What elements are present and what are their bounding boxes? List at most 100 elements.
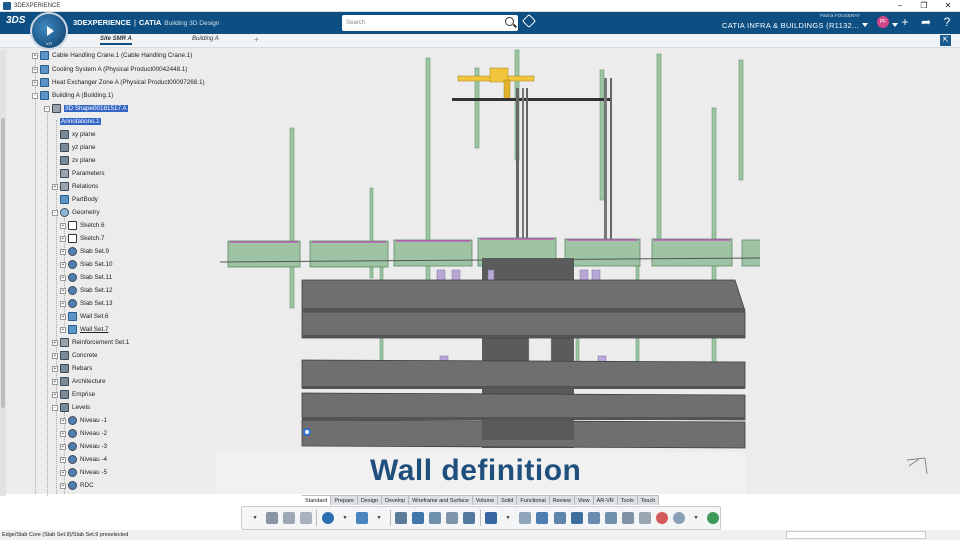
expand-toggle[interactable]: + (32, 66, 38, 73)
profile-icon[interactable] (553, 510, 566, 526)
tree-item-architecture[interactable]: + Architecture (52, 376, 106, 387)
tree-item-parameters[interactable]: Parameters (60, 168, 105, 179)
tab-prepare[interactable]: Prepare (331, 496, 358, 505)
material-icon[interactable] (656, 510, 669, 526)
wall-tool-icon[interactable] (485, 510, 498, 526)
tree-item-annotations[interactable]: Annotations.1 (60, 116, 101, 127)
expand-toggle[interactable]: + (60, 443, 66, 450)
tree-item-relations[interactable]: + Relations (52, 181, 98, 192)
tree-item-wall-set-6[interactable]: + Wall Set.6 (60, 311, 108, 322)
tree-item-rdc[interactable]: + RDC (60, 480, 94, 491)
rebar-icon[interactable] (587, 510, 600, 526)
tree-item-wall-set-7[interactable]: + Wall Set.7 (60, 324, 108, 335)
share-icon[interactable]: ➦ (919, 15, 933, 29)
cut-icon[interactable] (265, 510, 278, 526)
tab-touch[interactable]: Touch (638, 496, 660, 505)
axis-triad-icon[interactable] (905, 452, 929, 476)
expand-toggle[interactable]: + (60, 248, 66, 255)
tab-volume[interactable]: Volume (473, 496, 499, 505)
stairs-icon[interactable] (429, 510, 442, 526)
add-icon[interactable]: + (898, 15, 912, 29)
tree-item-slab-set-10[interactable]: + Slab Set.10 (60, 259, 113, 270)
tree-item-niveau-4[interactable]: + Niveau -4 (60, 454, 107, 465)
expand-toggle[interactable]: + (32, 79, 38, 86)
expand-toggle[interactable]: + (52, 391, 58, 398)
tree-item-building-a[interactable]: - Building A (Building.1) (32, 90, 113, 101)
role-selector[interactable]: CATIA INFRA & BUILDINGS (R1132... (722, 21, 859, 30)
tree-item-slab-set-13[interactable]: + Slab Set.13 (60, 298, 113, 309)
expand-toggle[interactable]: + (60, 222, 66, 229)
beam-icon[interactable] (463, 510, 476, 526)
tab-ar-vr[interactable]: AR-VR (594, 496, 618, 505)
expand-toggle[interactable]: + (60, 417, 66, 424)
search-icon[interactable] (505, 17, 514, 26)
tree-item-slab-set-11[interactable]: + Slab Set.11 (60, 272, 112, 283)
copy-icon[interactable] (282, 510, 295, 526)
tab-wireframe-surface[interactable]: Wireframe and Surface (409, 496, 473, 505)
column-icon[interactable] (446, 510, 459, 526)
search-input[interactable]: Search (342, 15, 518, 31)
new-tab-icon[interactable]: + (254, 35, 259, 44)
chevron-down-icon[interactable] (862, 23, 868, 27)
toolbar-dropdown[interactable] (248, 510, 261, 526)
tab-site-smr-a[interactable]: Site SMR A (100, 36, 132, 45)
undo-dropdown[interactable] (338, 510, 351, 526)
tab-develop[interactable]: Develop (382, 496, 410, 505)
measure-icon[interactable] (621, 510, 634, 526)
select-dropdown[interactable] (372, 510, 385, 526)
collapse-toggle[interactable]: - (32, 92, 38, 99)
tree-item-slab-set-9[interactable]: + Slab Set.9 (60, 246, 109, 257)
rotation-center-icon[interactable] (303, 428, 311, 436)
command-input[interactable] (786, 531, 926, 539)
expand-toggle[interactable]: + (52, 339, 58, 346)
tab-solid[interactable]: Solid (498, 496, 518, 505)
expand-toggle[interactable]: + (32, 52, 38, 59)
tree-item-concrete[interactable]: + Concrete (52, 350, 98, 361)
tree-item-niveau-2[interactable]: + Niveau -2 (60, 428, 107, 439)
tree-item-emprise[interactable]: + Emprise (52, 389, 95, 400)
expand-toggle[interactable]: + (60, 261, 66, 268)
tree-item-rebars[interactable]: + Rebars (52, 363, 92, 374)
help-icon[interactable]: ? (940, 15, 954, 29)
grid-icon[interactable] (570, 510, 583, 526)
tree-item-slab-set-12[interactable]: + Slab Set.12 (60, 285, 113, 296)
avatar[interactable]: PF (877, 16, 889, 28)
tree-item-3d-shape[interactable]: - 3D Shape00181517 A (44, 103, 128, 114)
paste-icon[interactable] (299, 510, 312, 526)
slab-tool-icon[interactable] (411, 510, 425, 526)
tree-item-niveau-5[interactable]: + Niveau -5 (60, 467, 107, 478)
tree-item-geometry[interactable]: - Geometry (52, 207, 100, 218)
expand-icon[interactable]: ⇱ (940, 35, 951, 46)
zoom-dropdown[interactable] (690, 510, 703, 526)
tab-standard[interactable]: Standard (302, 496, 332, 505)
expand-toggle[interactable]: + (52, 352, 58, 359)
expand-toggle[interactable]: + (60, 456, 66, 463)
tree-item-reinforcement-set[interactable]: + Reinforcement Set.1 (52, 337, 129, 348)
expand-toggle[interactable]: + (60, 469, 66, 476)
collapse-toggle[interactable]: - (52, 404, 58, 411)
expand-toggle[interactable]: + (52, 378, 58, 385)
tab-view[interactable]: View (575, 496, 594, 505)
tree-item-sketch-7[interactable]: + Sketch.7 (60, 233, 105, 244)
restore-button[interactable]: ❐ (912, 0, 936, 12)
minimize-button[interactable]: – (888, 0, 912, 12)
tree-item-yz-plane[interactable]: yz plane (60, 142, 95, 153)
tree-item-levels[interactable]: - Levels (52, 402, 90, 413)
table-icon[interactable] (604, 510, 617, 526)
expand-toggle[interactable]: + (60, 313, 66, 320)
collapse-toggle[interactable]: - (44, 105, 50, 112)
tab-functional[interactable]: Functional (517, 496, 550, 505)
tree-item-zx-plane[interactable]: zx plane (60, 155, 95, 166)
select-mode-icon[interactable] (355, 510, 368, 526)
wall-dropdown[interactable] (502, 510, 515, 526)
expand-toggle[interactable]: + (52, 183, 58, 190)
close-button[interactable]: ✕ (936, 0, 960, 12)
expand-toggle[interactable]: + (60, 430, 66, 437)
expand-toggle[interactable]: + (60, 274, 66, 281)
3d-model-scene[interactable] (220, 48, 760, 452)
collapse-toggle[interactable]: - (52, 209, 58, 216)
compass-button[interactable]: V,R (30, 12, 68, 50)
globe-icon[interactable] (707, 510, 720, 526)
expand-toggle[interactable]: + (52, 365, 58, 372)
tab-building-a[interactable]: Building A (192, 36, 219, 42)
